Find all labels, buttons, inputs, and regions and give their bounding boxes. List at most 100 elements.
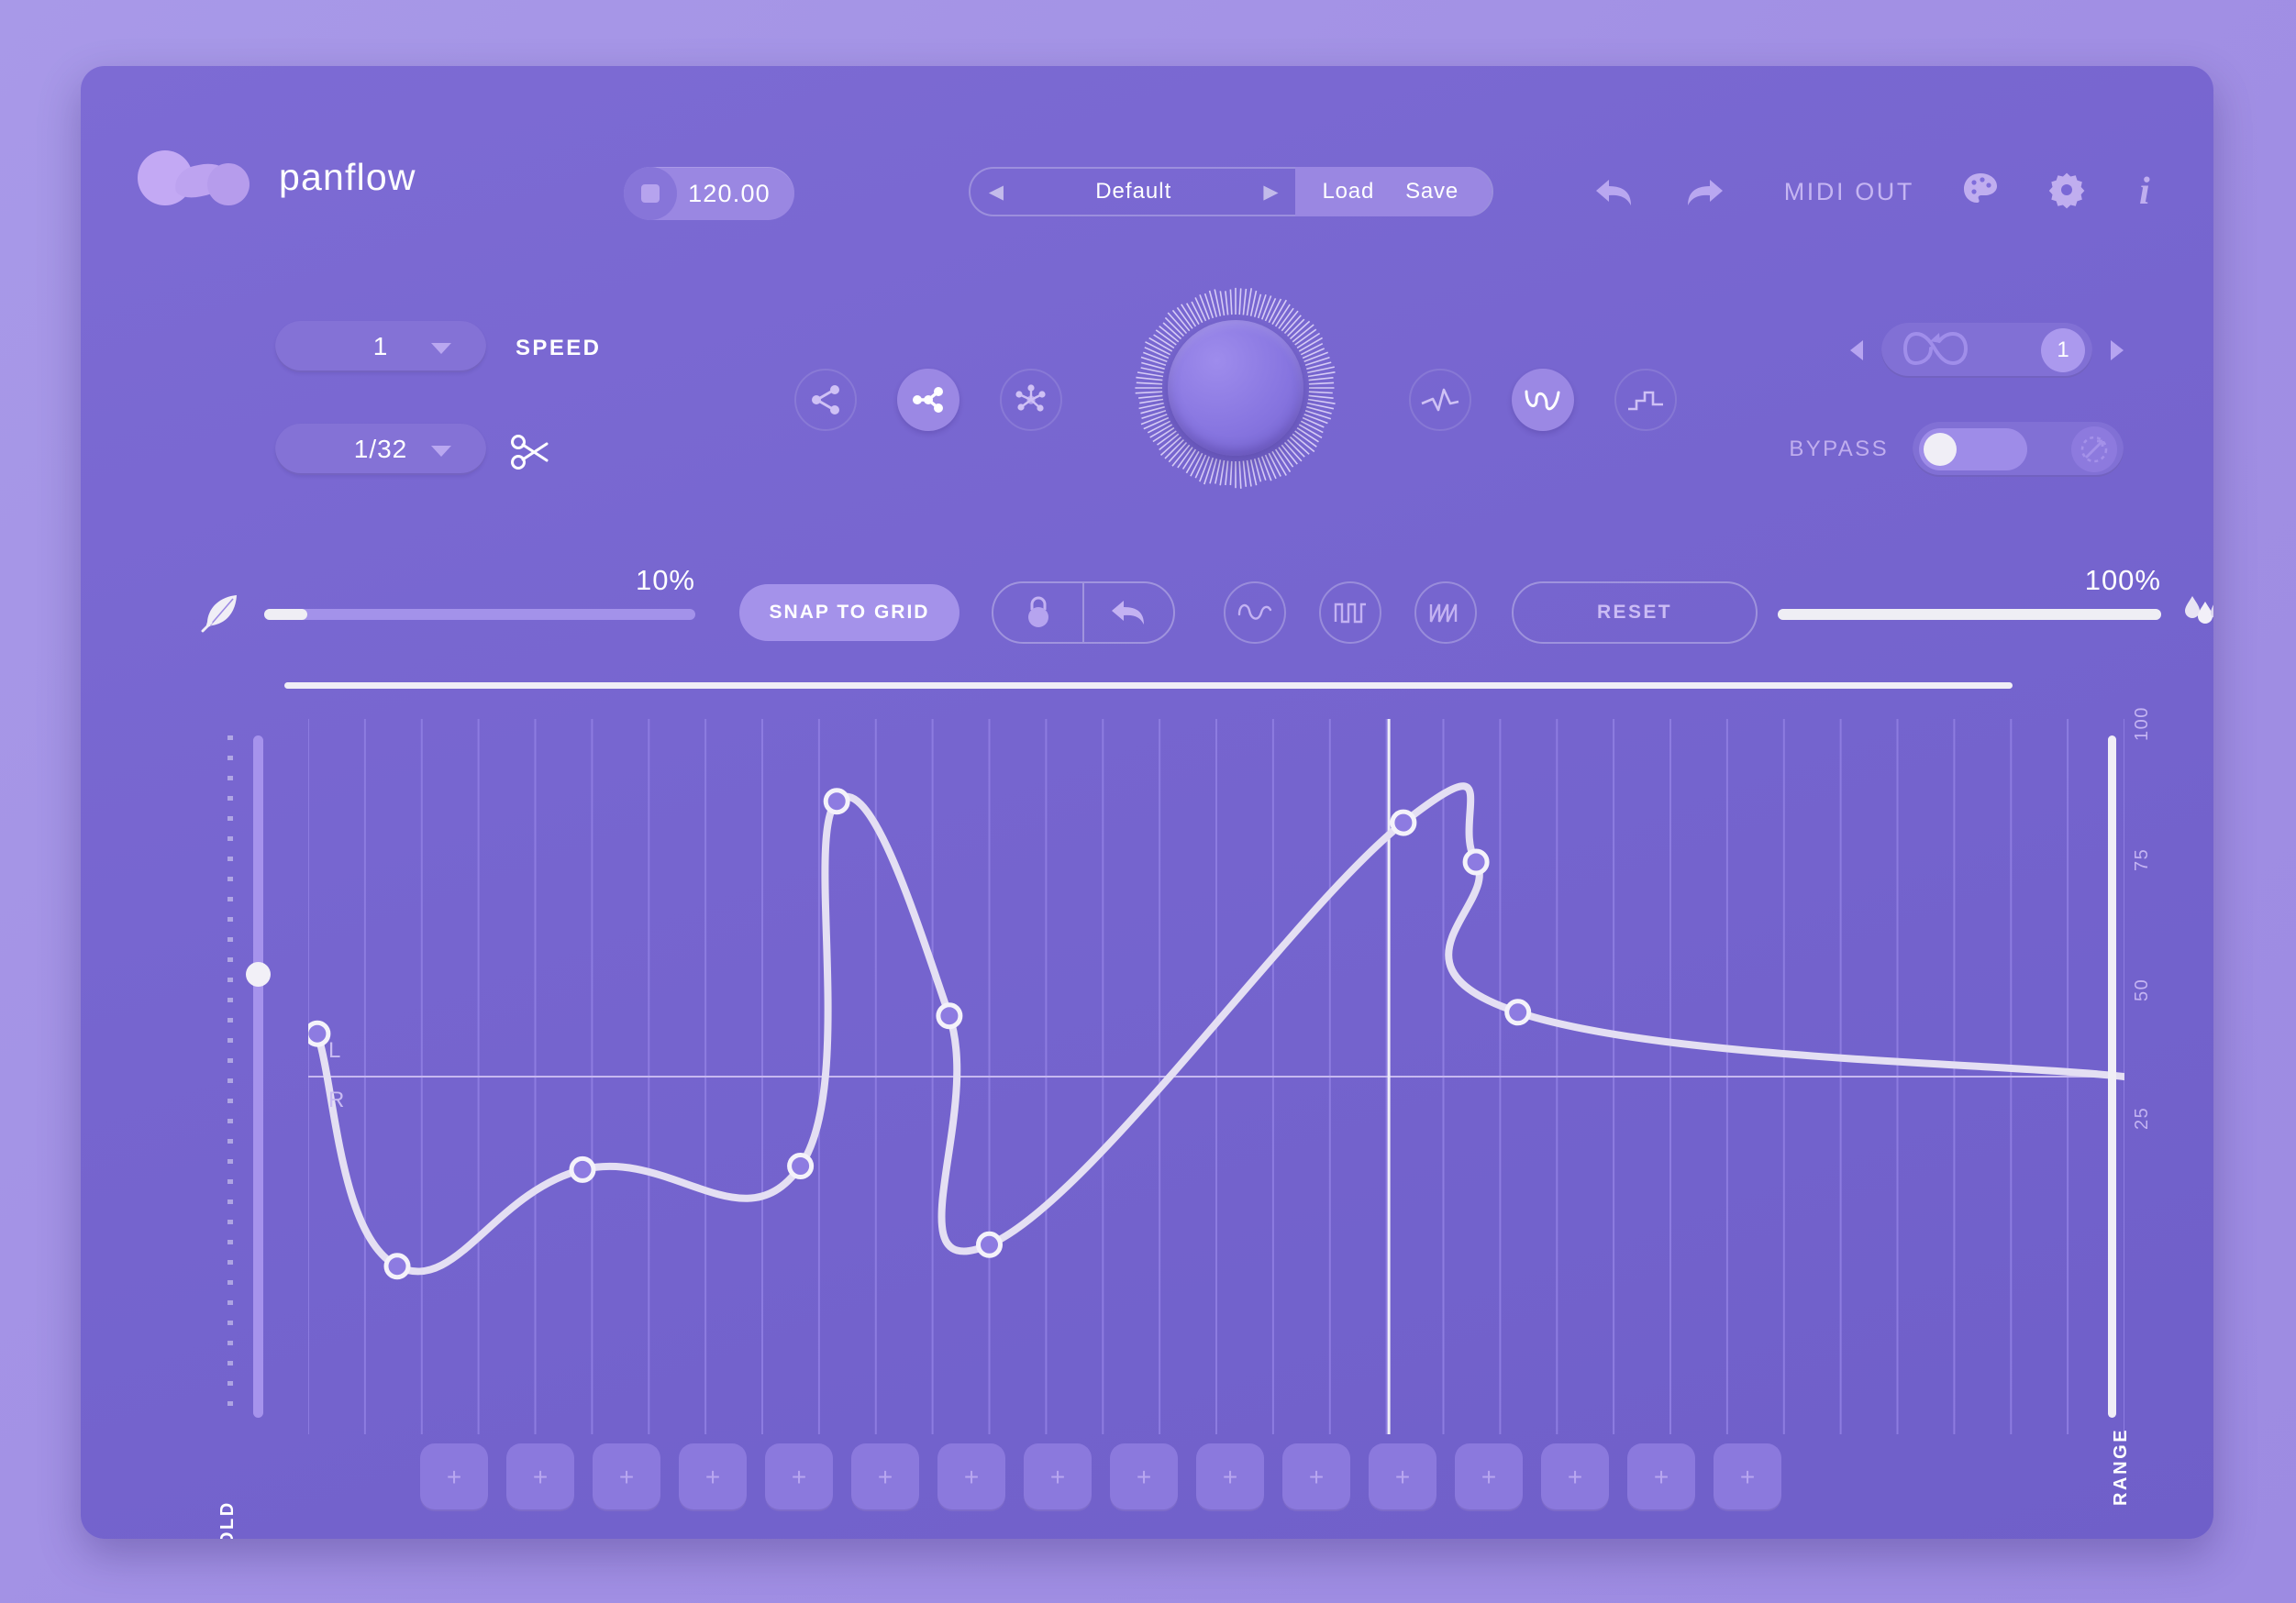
step-slot[interactable]: +: [1282, 1443, 1350, 1511]
bypass-slash-icon[interactable]: [2071, 426, 2117, 472]
saw-shape-icon[interactable]: [1414, 581, 1477, 644]
bpm-field[interactable]: 120.00: [624, 167, 794, 220]
reset-button[interactable]: RESET: [1512, 581, 1758, 644]
smoothing-fill: [264, 609, 307, 620]
sine-shape-icon[interactable]: [1224, 581, 1286, 644]
save-button[interactable]: Save: [1405, 179, 1459, 205]
channel-left-label: L: [328, 1038, 341, 1063]
step-slot[interactable]: +: [420, 1443, 488, 1511]
loop-pill[interactable]: 1: [1881, 323, 2092, 378]
depth-slider[interactable]: [1778, 609, 2161, 620]
star-nodes-icon[interactable]: [1000, 369, 1062, 431]
gear-icon[interactable]: [2046, 170, 2087, 215]
load-button[interactable]: Load: [1323, 179, 1375, 205]
threshold-slider[interactable]: THRESHOLD: [217, 735, 286, 1539]
lock-icon[interactable]: [993, 583, 1082, 642]
palette-icon[interactable]: [1960, 170, 2001, 215]
plugin-window: panflow 120.00 ◀ Default ▶ Load Save MID…: [81, 66, 2213, 1539]
range-tick-75: 75: [2132, 847, 2152, 871]
range-slider[interactable]: 100 75 50 25 RANGE: [2095, 706, 2168, 1506]
bpm-value[interactable]: 120.00: [677, 180, 794, 208]
plus-icon: +: [1136, 1463, 1152, 1491]
preset-name[interactable]: Default: [1022, 179, 1246, 205]
threshold-track[interactable]: [253, 735, 263, 1418]
plus-icon: +: [877, 1463, 893, 1491]
plus-icon: +: [532, 1463, 549, 1491]
redo-arrow-icon[interactable]: [1682, 174, 1726, 211]
link-nodes-icon[interactable]: [897, 369, 959, 431]
loop-prev-button[interactable]: [1850, 340, 1863, 360]
preset-prev-button[interactable]: ◀: [971, 181, 1022, 204]
curve-node[interactable]: [936, 1002, 963, 1030]
step-slot[interactable]: +: [1541, 1443, 1609, 1511]
preset-next-button[interactable]: ▶: [1246, 181, 1297, 204]
header-tools: MIDI OUT i: [1784, 169, 2157, 216]
plus-icon: +: [1308, 1463, 1325, 1491]
curve-node[interactable]: [383, 1253, 411, 1280]
step-slot[interactable]: +: [593, 1443, 660, 1511]
bypass-pill: [1913, 422, 2124, 477]
snap-to-grid-button[interactable]: SNAP TO GRID: [739, 584, 959, 641]
curve-node[interactable]: [1462, 848, 1490, 876]
step-slots: + + + + + + + + + + + + + + + +: [420, 1443, 1781, 1511]
plus-icon: +: [704, 1463, 721, 1491]
step-slot[interactable]: +: [1196, 1443, 1264, 1511]
curve-canvas[interactable]: [308, 719, 2124, 1434]
curve-node[interactable]: [569, 1155, 596, 1183]
step-slot[interactable]: +: [1024, 1443, 1092, 1511]
info-icon[interactable]: i: [2133, 169, 2157, 216]
step-slot[interactable]: +: [851, 1443, 919, 1511]
step-slot[interactable]: +: [1369, 1443, 1436, 1511]
step-slot[interactable]: +: [765, 1443, 833, 1511]
step-slot[interactable]: +: [506, 1443, 574, 1511]
speed-label: SPEED: [516, 336, 602, 360]
plus-icon: +: [446, 1463, 462, 1491]
curve-grid[interactable]: L R: [308, 719, 2124, 1434]
speed-value: 1: [372, 332, 389, 360]
rate-dropdown[interactable]: 1/32: [275, 424, 486, 475]
range-label: RANGE: [2111, 1427, 2131, 1506]
bypass-toggle[interactable]: [1919, 428, 2027, 470]
rate-value: 1/32: [353, 435, 408, 463]
curve-node[interactable]: [1504, 999, 1532, 1026]
curve-nodes: [308, 788, 1532, 1280]
range-track[interactable]: [2108, 735, 2116, 1418]
speed-dropdown[interactable]: 1: [275, 321, 486, 372]
step-slot[interactable]: +: [1110, 1443, 1178, 1511]
loop-count[interactable]: 1: [2041, 328, 2085, 372]
step-wave-icon[interactable]: [1614, 369, 1677, 431]
zigzag-wave-icon[interactable]: [1409, 369, 1471, 431]
knob-dial[interactable]: [1168, 320, 1303, 456]
step-slot[interactable]: +: [1714, 1443, 1781, 1511]
step-slot[interactable]: +: [1627, 1443, 1695, 1511]
midi-out-label[interactable]: MIDI OUT: [1784, 178, 1914, 206]
curve-editor: THRESHOLD L R 100 75 50 25 RANGE: [217, 706, 2163, 1539]
depth-fill: [1778, 609, 2161, 620]
loop-next-button[interactable]: [2111, 340, 2124, 360]
bypass-controls: BYPASS: [1789, 422, 2124, 477]
share-node-icon[interactable]: [794, 369, 857, 431]
stop-square-icon[interactable]: [624, 167, 677, 220]
step-slot[interactable]: +: [679, 1443, 747, 1511]
step-slot[interactable]: +: [937, 1443, 1005, 1511]
threshold-handle[interactable]: [246, 962, 271, 988]
curve-node[interactable]: [787, 1153, 815, 1179]
plus-icon: +: [1222, 1463, 1238, 1491]
square-shape-icon[interactable]: [1319, 581, 1381, 644]
main-knob[interactable]: [1134, 286, 1337, 490]
curve-node[interactable]: [1390, 809, 1417, 836]
curve-node[interactable]: [976, 1231, 1003, 1258]
scissors-icon[interactable]: [510, 433, 550, 476]
step-slot[interactable]: +: [1455, 1443, 1523, 1511]
undo-arrow-icon[interactable]: [1592, 174, 1636, 211]
curve-node[interactable]: [823, 788, 850, 815]
water-droplets-icon: [2181, 591, 2213, 634]
undo-arrow-icon[interactable]: [1084, 583, 1173, 642]
sine-wave-icon[interactable]: [1512, 369, 1574, 431]
curve-node[interactable]: [308, 1020, 331, 1047]
smoothing-slider[interactable]: [264, 609, 695, 620]
plus-icon: +: [791, 1463, 807, 1491]
header-bar: panflow 120.00 ◀ Default ▶ Load Save MID…: [81, 66, 2213, 240]
plus-icon: +: [1739, 1463, 1756, 1491]
threshold-ticks: [227, 735, 233, 1418]
